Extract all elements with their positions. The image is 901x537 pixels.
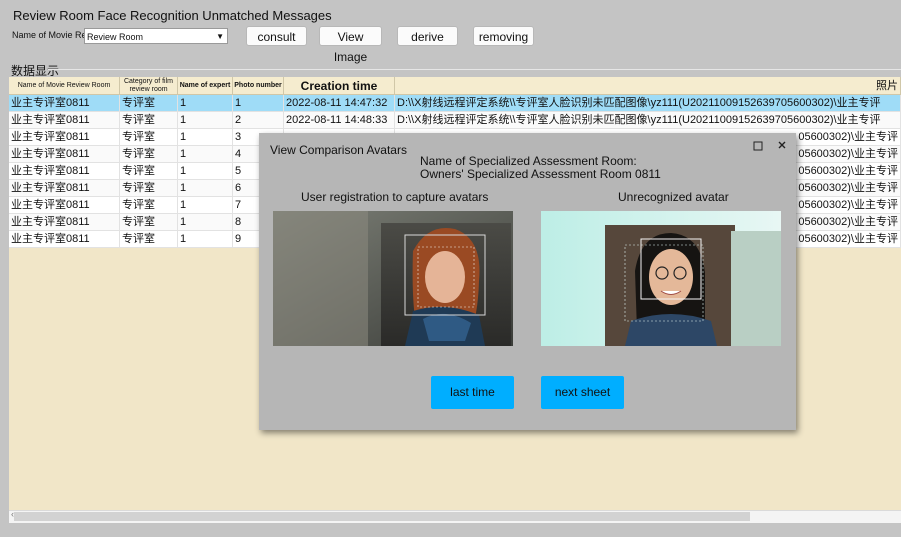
comparison-dialog: View Comparison Avatars Name of Speciali… <box>259 133 796 430</box>
cell-photo: 1 <box>233 95 284 112</box>
close-icon[interactable] <box>776 138 788 150</box>
cell-room: 业主专评室0811 <box>9 95 120 112</box>
cell-category: 专评室 <box>120 163 178 180</box>
registered-avatar-image <box>273 211 513 346</box>
chevron-down-icon: ▼ <box>216 32 224 41</box>
consult-button[interactable]: consult <box>246 26 307 46</box>
cell-category: 专评室 <box>120 129 178 146</box>
cell-expert: 1 <box>178 129 233 146</box>
window-title: Review Room Face Recognition Unmatched M… <box>13 8 332 23</box>
cell-room: 业主专评室0811 <box>9 180 120 197</box>
cell-created: 2022-08-11 14:47:32 <box>284 95 395 112</box>
cell-expert: 1 <box>178 231 233 248</box>
removing-button[interactable]: removing <box>473 26 534 46</box>
unrecognized-avatar-caption: Unrecognized avatar <box>618 190 729 204</box>
cell-expert: 1 <box>178 180 233 197</box>
cell-category: 专评室 <box>120 197 178 214</box>
movie-room-select-value: Review Room <box>87 32 144 42</box>
cell-category: 专评室 <box>120 146 178 163</box>
dialog-title: View Comparison Avatars <box>270 143 407 157</box>
view-image-button[interactable]: View Image <box>319 26 382 64</box>
header-category-line1: Category of film <box>123 78 174 85</box>
cell-room: 业主专评室0811 <box>9 231 120 248</box>
cell-expert: 1 <box>178 146 233 163</box>
cell-room: 业主专评室0811 <box>9 163 120 180</box>
cell-expert: 1 <box>178 214 233 231</box>
cell-room: 业主专评室0811 <box>9 129 120 146</box>
cell-category: 专评室 <box>120 112 178 129</box>
unrecognized-avatar-image <box>541 211 781 346</box>
cell-expert: 1 <box>178 95 233 112</box>
header-room[interactable]: Name of Movie Review Room <box>9 77 120 95</box>
table-row[interactable]: 业主专评室0811 专评室 1 1 2022-08-11 14:47:32 D:\\X射线… <box>9 95 901 112</box>
next-sheet-button[interactable]: next sheet <box>541 376 624 409</box>
scrollbar-thumb[interactable] <box>14 512 750 521</box>
cell-category: 专评室 <box>120 95 178 112</box>
square-icon[interactable] <box>752 139 764 151</box>
header-category-line2: review room <box>129 86 168 93</box>
cell-expert: 1 <box>178 197 233 214</box>
header-created[interactable]: Creation time <box>284 77 395 95</box>
cell-path: D:\\X射线远程评定系统\\专评室人脸识别未匹配图像\yz111(U20211… <box>395 112 901 129</box>
cell-room: 业主专评室0811 <box>9 197 120 214</box>
header-category[interactable]: Category of film review room <box>120 77 178 95</box>
group-divider <box>48 69 901 70</box>
room-name-label: Name of Specialized Assessment Room: <box>420 154 637 168</box>
cell-expert: 1 <box>178 163 233 180</box>
cell-room: 业主专评室0811 <box>9 146 120 163</box>
cell-path: D:\\X射线远程评定系统\\专评室人脸识别未匹配图像\yz111(U20211… <box>395 95 901 112</box>
registered-avatar-caption: User registration to capture avatars <box>301 190 489 204</box>
derive-button[interactable]: derive <box>397 26 458 46</box>
cell-created: 2022-08-11 14:48:33 <box>284 112 395 129</box>
cell-category: 专评室 <box>120 214 178 231</box>
cell-expert: 1 <box>178 112 233 129</box>
table-row[interactable]: 业主专评室0811 专评室 1 2 2022-08-11 14:48:33 D:\\X射线… <box>9 112 901 129</box>
header-expert[interactable]: Name of expert <box>178 77 233 95</box>
room-name-value: Owners' Specialized Assessment Room 0811 <box>420 167 661 181</box>
header-image-path[interactable]: 照片 <box>395 77 901 95</box>
cell-room: 业主专评室0811 <box>9 112 120 129</box>
cell-category: 专评室 <box>120 180 178 197</box>
cell-photo: 2 <box>233 112 284 129</box>
movie-room-select[interactable]: Review Room ▼ <box>84 28 228 44</box>
header-photo[interactable]: Photo number <box>233 77 284 95</box>
cell-category: 专评室 <box>120 231 178 248</box>
last-time-button[interactable]: last time <box>431 376 514 409</box>
cell-room: 业主专评室0811 <box>9 214 120 231</box>
